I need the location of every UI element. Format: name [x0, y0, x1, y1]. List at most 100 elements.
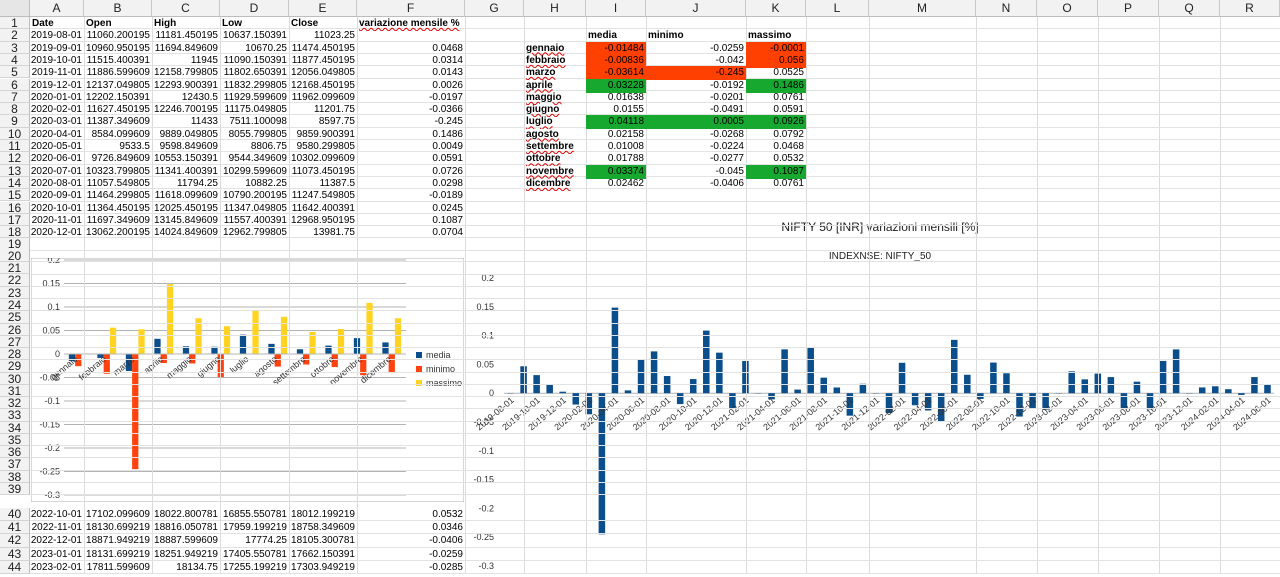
data-cell[interactable]: 18105.300781 [289, 534, 357, 548]
row-header-33[interactable]: 33 [0, 409, 30, 421]
column-header-o[interactable]: O [1037, 0, 1098, 17]
row-header-43[interactable]: 43 [0, 548, 30, 561]
row-header-42[interactable]: 42 [0, 534, 30, 547]
data-cell[interactable]: 17959.199219 [220, 521, 289, 535]
grid-line-horizontal [30, 359, 1280, 360]
data-cell[interactable]: -0.0285 [357, 561, 465, 575]
column-header-b[interactable]: B [84, 0, 152, 17]
row-header-44[interactable]: 44 [0, 561, 30, 574]
data-cell[interactable]: 12962.799805 [220, 226, 289, 240]
select-all-corner[interactable] [0, 0, 30, 17]
row-header-30[interactable]: 30 [0, 373, 30, 385]
data-cell[interactable]: 0.0704 [357, 226, 465, 240]
data-cell[interactable]: 17255.199219 [220, 561, 289, 575]
grid-line-horizontal [30, 457, 1280, 458]
stats-cell-minimo[interactable]: -0.0406 [646, 177, 746, 191]
stats-month-label[interactable]: dicembre [524, 177, 586, 191]
column-header-l[interactable]: L [806, 0, 869, 17]
bar-monthly-change [1068, 371, 1075, 393]
data-cell[interactable]: 2023-01-01 [30, 548, 84, 562]
data-cell[interactable]: 16855.550781 [220, 508, 289, 522]
data-cell[interactable]: 18134.75 [152, 561, 220, 575]
bar-monthly-change [638, 359, 645, 393]
bar-monthly-change [1251, 377, 1258, 393]
bar-monthly-change [899, 363, 906, 393]
row-header-26[interactable]: 26 [0, 324, 30, 336]
row-header-25[interactable]: 25 [0, 311, 30, 323]
bar-monthly-change [1264, 385, 1271, 394]
column-header-j[interactable]: J [646, 0, 746, 17]
grid-line-horizontal [30, 408, 1280, 409]
row-header-22[interactable]: 22 [0, 274, 30, 286]
data-cell[interactable]: -0.0406 [357, 534, 465, 548]
data-cell[interactable]: 17405.550781 [220, 548, 289, 562]
y-tick-label: -0.25 [39, 467, 60, 477]
data-cell[interactable]: 13062.200195 [84, 226, 152, 240]
column-header-k[interactable]: K [746, 0, 806, 17]
data-cell[interactable]: 18130.699219 [84, 521, 152, 535]
column-header-i[interactable]: I [586, 0, 646, 17]
bar-media [297, 349, 303, 354]
column-header-g[interactable]: G [465, 0, 524, 17]
grid-line-horizontal [30, 470, 1280, 471]
column-header-a[interactable]: A [30, 0, 84, 17]
column-header-f[interactable]: F [357, 0, 465, 17]
column-header-c[interactable]: C [152, 0, 220, 17]
row-header-12[interactable]: 12 [0, 152, 30, 164]
grid-line-horizontal [30, 384, 1280, 385]
column-header-m[interactable]: M [869, 0, 976, 17]
row-header-29[interactable]: 29 [0, 360, 30, 372]
grid-line-vertical [1159, 17, 1160, 574]
column-header-n[interactable]: N [976, 0, 1037, 17]
column-header-d[interactable]: D [220, 0, 289, 17]
data-cell[interactable]: 2022-11-01 [30, 521, 84, 535]
data-cell[interactable]: 18131.699219 [84, 548, 152, 562]
data-cell[interactable]: 18012.199219 [289, 508, 357, 522]
stats-cell-massimo[interactable]: 0.0761 [746, 177, 806, 191]
row-header-6[interactable]: 6 [0, 79, 30, 91]
data-cell[interactable]: 0.0346 [357, 521, 465, 535]
data-cell[interactable]: 2023-02-01 [30, 561, 84, 575]
data-cell[interactable]: 17811.599609 [84, 561, 152, 575]
data-cell[interactable]: 17774.25 [220, 534, 289, 548]
column-header-e[interactable]: E [289, 0, 357, 17]
y-tick-label: -0.1 [478, 446, 494, 456]
y-tick-label: -0.3 [478, 561, 494, 571]
data-cell[interactable]: 2022-12-01 [30, 534, 84, 548]
data-cell[interactable]: 18871.949219 [84, 534, 152, 548]
data-cell[interactable]: 2022-10-01 [30, 508, 84, 522]
grid-line-horizontal [30, 494, 1280, 495]
data-cell[interactable]: 18251.949219 [152, 548, 220, 562]
bar-media [382, 342, 388, 354]
data-cell[interactable]: 18022.800781 [152, 508, 220, 522]
row-header-41[interactable]: 41 [0, 521, 30, 534]
row-header-37[interactable]: 37 [0, 458, 30, 470]
y-tick-label: 0.05 [476, 359, 494, 369]
data-cell[interactable]: 17102.099609 [84, 508, 152, 522]
data-cell[interactable]: 13981.75 [289, 226, 357, 240]
data-cell[interactable]: 17303.949219 [289, 561, 357, 575]
bar-massimo [138, 329, 144, 354]
column-header-r[interactable]: R [1220, 0, 1280, 17]
row-header-16[interactable]: 16 [0, 202, 30, 214]
data-cell[interactable]: -0.0259 [357, 548, 465, 562]
stats-cell-media[interactable]: 0.02462 [586, 177, 646, 191]
data-cell[interactable]: 0.0532 [357, 508, 465, 522]
data-cell[interactable]: 17662.150391 [289, 548, 357, 562]
row-header-5[interactable]: 5 [0, 66, 30, 78]
row-header-2[interactable]: 2 [0, 29, 30, 41]
column-header-h[interactable]: H [524, 0, 586, 17]
data-cell[interactable]: 18887.599609 [152, 534, 220, 548]
grid-line-horizontal [30, 250, 1280, 251]
data-cell[interactable]: 18758.349609 [289, 521, 357, 535]
bar-media [268, 344, 274, 354]
data-cell[interactable]: 2020-12-01 [30, 226, 84, 240]
data-cell[interactable]: 18816.050781 [152, 521, 220, 535]
monthly-stats-chart[interactable]: 0.20.150.10.050-0.05-0.1-0.15-0.2-0.25-0… [31, 258, 464, 502]
column-header-q[interactable]: Q [1159, 0, 1220, 17]
data-cell[interactable]: 14024.849609 [152, 226, 220, 240]
column-header-p[interactable]: P [1098, 0, 1159, 17]
row-header-39[interactable]: 39 [0, 483, 30, 495]
row-header-9[interactable]: 9 [0, 115, 30, 127]
row-header-15[interactable]: 15 [0, 189, 30, 201]
